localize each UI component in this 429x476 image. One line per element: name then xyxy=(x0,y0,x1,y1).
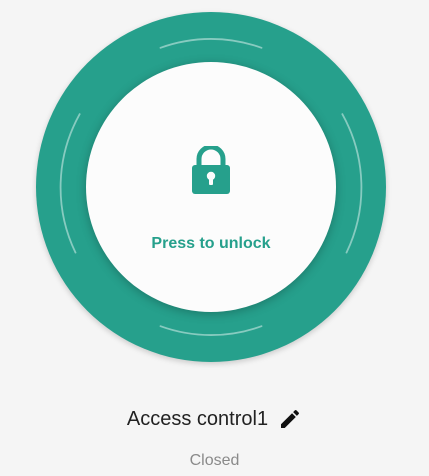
device-name-row: Access control1 xyxy=(0,406,429,432)
device-name: Access control1 xyxy=(126,407,269,430)
unlock-label: Press to unlock xyxy=(151,235,271,252)
unlock-dial: Press to unlock xyxy=(36,12,386,362)
pencil-icon[interactable] xyxy=(278,407,302,431)
status-text: Closed xyxy=(189,452,240,469)
lock-icon xyxy=(192,146,230,194)
unlock-button[interactable]: Press to unlock xyxy=(86,62,336,312)
